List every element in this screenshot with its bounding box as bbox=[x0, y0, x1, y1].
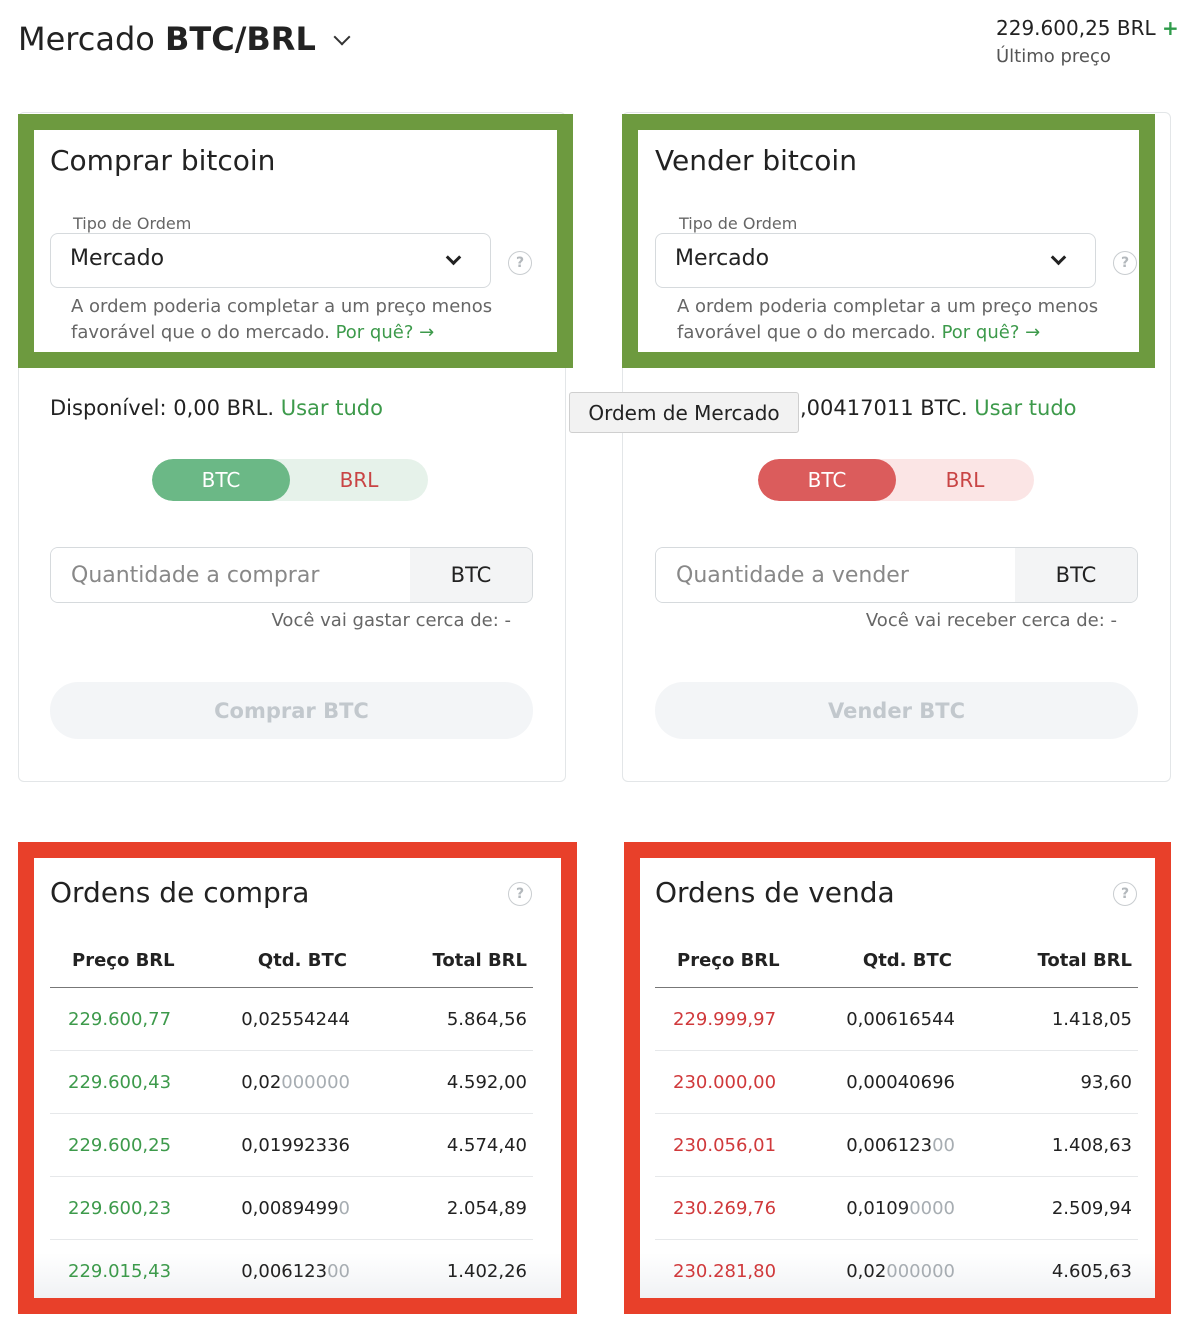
buy-order-type-value: Mercado bbox=[70, 246, 165, 271]
sell-toggle-brl[interactable]: BRL bbox=[896, 459, 1034, 501]
order-quantity: 0,00040696 bbox=[846, 1071, 955, 1093]
order-total: 2.509,94 bbox=[1051, 1197, 1132, 1219]
order-price: 229.600,43 bbox=[68, 1071, 172, 1093]
last-price-label: Último preço bbox=[996, 46, 1111, 67]
sell-order-type-value: Mercado bbox=[675, 246, 770, 271]
order-quantity: 0,02554244 bbox=[241, 1008, 350, 1030]
order-total: 4.592,00 bbox=[446, 1071, 527, 1093]
buy-order-type-select[interactable]: Mercado bbox=[50, 233, 491, 288]
sell-orders-rows: 229.999,97 0,00616544 1.418,05 230.000,00 0,… bbox=[655, 988, 1138, 1303]
order-total: 1.408,63 bbox=[1051, 1134, 1132, 1156]
buy-amount-input[interactable] bbox=[51, 548, 410, 602]
order-price: 230.000,00 bbox=[673, 1071, 777, 1093]
buy-estimate: Você vai gastar cerca de: - bbox=[271, 610, 511, 631]
order-total: 1.418,05 bbox=[1051, 1008, 1132, 1030]
order-price: 230.269,76 bbox=[673, 1197, 777, 1219]
order-quantity: 0,00616544 bbox=[846, 1008, 955, 1030]
market-pair: BTC/BRL bbox=[165, 20, 316, 58]
order-quantity: 0,02000000 bbox=[846, 1261, 955, 1282]
table-row[interactable]: 229.600,23 0,00894990 2.054,89 bbox=[50, 1177, 533, 1240]
buy-use-all-link[interactable]: Usar tudo bbox=[281, 396, 383, 420]
last-price-value: 229.600,25 BRL bbox=[996, 16, 1156, 40]
sell-estimate: Você vai receber cerca de: - bbox=[865, 610, 1117, 631]
order-quantity: 0,00612300 bbox=[241, 1261, 350, 1282]
table-row[interactable]: 229.600,43 0,02000000 4.592,00 bbox=[50, 1051, 533, 1114]
sell-orders-table: Preço BRL Qtd. BTC Total BRL 229.999,97 0… bbox=[655, 940, 1138, 1303]
last-price: 229.600,25 BRL + bbox=[996, 16, 1179, 40]
why-link[interactable]: Por quê? → bbox=[942, 322, 1041, 343]
sell-orders-header: Preço BRL Qtd. BTC Total BRL bbox=[677, 949, 1132, 971]
sell-amount-input[interactable] bbox=[656, 548, 1015, 602]
order-price: 229.600,77 bbox=[68, 1008, 172, 1030]
order-quantity: 0,00612300 bbox=[846, 1134, 955, 1156]
buy-toggle-btc[interactable]: BTC bbox=[152, 459, 290, 501]
table-row[interactable]: 229.600,25 0,01992336 4.574,40 bbox=[50, 1114, 533, 1177]
buy-order-note: A ordem poderia completar a um preço men… bbox=[71, 296, 493, 343]
help-icon[interactable]: ? bbox=[508, 251, 532, 275]
buy-amount-unit: BTC bbox=[410, 548, 532, 602]
sell-use-all-link[interactable]: Usar tudo bbox=[974, 396, 1076, 420]
table-row[interactable]: 229.600,77 0,02554244 5.864,56 bbox=[50, 988, 533, 1051]
buy-submit-button[interactable]: Comprar BTC bbox=[50, 682, 533, 739]
help-icon[interactable]: ? bbox=[508, 882, 532, 906]
order-total: 5.864,56 bbox=[446, 1008, 527, 1030]
market-prefix: Mercado bbox=[18, 20, 155, 58]
sell-card-title: Vender bitcoin bbox=[655, 144, 857, 177]
help-icon[interactable]: ? bbox=[1113, 251, 1137, 275]
sell-unit-toggle: BTC BRL bbox=[758, 459, 1034, 501]
buy-amount-field: BTC bbox=[50, 547, 533, 603]
market-selector[interactable]: Mercado BTC/BRL bbox=[18, 20, 351, 58]
sell-order-note: A ordem poderia completar a um preço men… bbox=[677, 296, 1099, 343]
order-total: 4.605,63 bbox=[1051, 1261, 1132, 1282]
sell-available: ,00417011 BTC. Usar tudo bbox=[800, 396, 1077, 420]
sell-amount-unit: BTC bbox=[1015, 548, 1137, 602]
help-icon[interactable]: ? bbox=[1113, 882, 1137, 906]
buy-orders-table: Preço BRL Qtd. BTC Total BRL 229.600,77 0… bbox=[50, 940, 533, 1303]
sell-orders-title: Ordens de venda bbox=[655, 876, 895, 909]
buy-orders-header: Preço BRL Qtd. BTC Total BRL bbox=[72, 949, 527, 971]
buy-orders-title: Ordens de compra bbox=[50, 876, 310, 909]
buy-available: Disponível: 0,00 BRL. Usar tudo bbox=[50, 396, 383, 420]
sell-toggle-btc[interactable]: BTC bbox=[758, 459, 896, 501]
sell-amount-field: BTC bbox=[655, 547, 1138, 603]
order-quantity: 0,01090000 bbox=[846, 1197, 955, 1219]
order-total: 1.402,26 bbox=[446, 1261, 527, 1282]
order-type-tooltip: Ordem de Mercado bbox=[569, 392, 799, 433]
order-quantity: 0,00894990 bbox=[241, 1197, 350, 1219]
order-total: 4.574,40 bbox=[446, 1134, 527, 1156]
table-row[interactable]: 229.999,97 0,00616544 1.418,05 bbox=[655, 988, 1138, 1051]
sell-order-type-label: Tipo de Ordem bbox=[673, 214, 804, 233]
order-price: 229.600,25 bbox=[68, 1134, 172, 1156]
why-link[interactable]: Por quê? → bbox=[336, 322, 435, 343]
table-row[interactable]: 230.269,76 0,01090000 2.509,94 bbox=[655, 1177, 1138, 1240]
order-price: 230.056,01 bbox=[673, 1134, 777, 1156]
order-total: 93,60 bbox=[1080, 1071, 1132, 1093]
chevron-down-icon bbox=[445, 249, 462, 266]
order-price: 230.281,80 bbox=[673, 1261, 777, 1282]
buy-order-type-label: Tipo de Ordem bbox=[67, 214, 198, 233]
order-price: 229.600,23 bbox=[68, 1197, 172, 1219]
table-row[interactable]: 229.015,43 0,00612300 1.402,26 bbox=[50, 1240, 533, 1303]
buy-card-title: Comprar bitcoin bbox=[50, 144, 276, 177]
chevron-down-icon bbox=[333, 28, 351, 46]
order-quantity: 0,01992336 bbox=[241, 1134, 350, 1156]
order-price: 229.015,43 bbox=[68, 1261, 172, 1282]
order-quantity: 0,02000000 bbox=[241, 1071, 350, 1093]
buy-unit-toggle: BTC BRL bbox=[152, 459, 428, 501]
chevron-down-icon bbox=[1050, 249, 1067, 266]
table-row[interactable]: 230.281,80 0,02000000 4.605,63 bbox=[655, 1240, 1138, 1303]
sell-order-type-select[interactable]: Mercado bbox=[655, 233, 1096, 288]
order-price: 229.999,97 bbox=[673, 1008, 777, 1030]
buy-orders-rows: 229.600,77 0,02554244 5.864,56 229.600,43 0,… bbox=[50, 988, 533, 1303]
table-row[interactable]: 230.000,00 0,00040696 93,60 bbox=[655, 1051, 1138, 1114]
order-total: 2.054,89 bbox=[446, 1197, 527, 1219]
price-change-sign: + bbox=[1162, 16, 1179, 40]
table-row[interactable]: 230.056,01 0,00612300 1.408,63 bbox=[655, 1114, 1138, 1177]
buy-toggle-brl[interactable]: BRL bbox=[290, 459, 428, 501]
sell-submit-button[interactable]: Vender BTC bbox=[655, 682, 1138, 739]
